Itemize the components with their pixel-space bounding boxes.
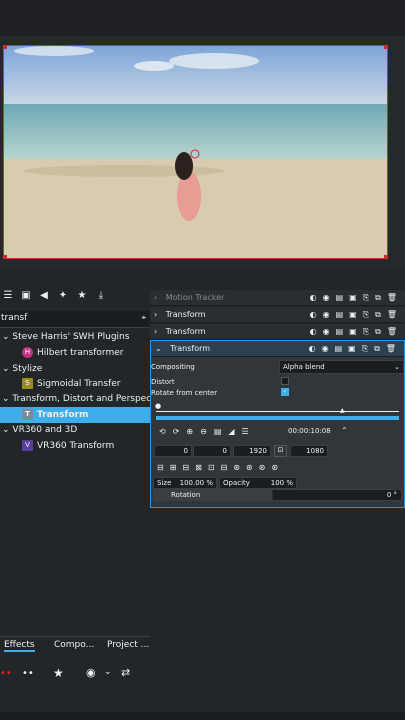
search-input[interactable]: transf	[1, 313, 27, 323]
h-field[interactable]: 1080	[290, 445, 328, 457]
tree-item[interactable]: H Hilbert transformer	[0, 345, 150, 361]
link-icon[interactable]: ⊡	[274, 445, 287, 457]
effect-action-icons[interactable]: ◐◉▤▣⎘⧉🗑	[310, 324, 403, 340]
split-icon[interactable]: ••	[22, 668, 34, 679]
chevron-down-icon: ⌄	[394, 363, 400, 371]
project-monitor[interactable]	[3, 45, 388, 259]
clear-icon[interactable]: ⌖	[141, 313, 146, 323]
tab-effects[interactable]: Effects	[4, 640, 35, 652]
timecode[interactable]: 00:00:10:08	[288, 427, 331, 435]
beach-video-frame	[4, 46, 387, 258]
transform-settings: ⌄ Transform ◐◉▤▣⎘⧉🗑 Compositing Alpha bl…	[150, 340, 405, 508]
effect-action-icons[interactable]: ◐◉▤▣⎘⧉🗑	[310, 307, 403, 323]
effect-badge-icon: V	[22, 440, 33, 451]
tree-category[interactable]: ⌄ Stylize	[0, 361, 150, 377]
playhead-icon[interactable]: ▲	[340, 407, 345, 414]
rotation-slider[interactable]: Rotation 0 °	[153, 489, 402, 501]
top-bar	[0, 0, 405, 36]
favorites-icon[interactable]: ★	[76, 290, 88, 302]
dock-tabs: Effects Compo... Project ...	[0, 636, 150, 656]
effect-header-active[interactable]: ⌄ Transform ◐◉▤▣⎘⧉🗑	[151, 341, 404, 357]
opacity-field[interactable]: Opacity 100 %	[219, 477, 297, 489]
keyframe-controls-icons[interactable]: ⟲⟳⊕⊖▤◢☰	[159, 427, 256, 436]
effects-search[interactable]: transf ⌖	[0, 311, 150, 328]
compositing-select[interactable]: Alpha blend ⌄	[279, 360, 404, 374]
tree-category[interactable]: ⌄ VR360 and 3D	[0, 422, 150, 438]
tree-item-selected[interactable]: T Transform	[0, 407, 150, 423]
custom-effects-icon[interactable]: ✦	[57, 290, 69, 302]
keyframe-track[interactable]	[156, 416, 399, 420]
align-controls-icons[interactable]: ⊟⊞⊟⊠⊡⊟⊛⊛⊛⊛	[157, 463, 284, 472]
effect-action-icons[interactable]: ◐◉▤▣⎘⧉🗑	[310, 290, 403, 306]
swap-icon[interactable]: ⇄	[121, 666, 130, 679]
effect-header[interactable]: › Transform ◐◉▤▣⎘⧉🗑	[150, 324, 405, 340]
w-field[interactable]: 1920	[233, 445, 271, 457]
keyframe-marker-icon[interactable]: ●	[155, 402, 161, 410]
y-field[interactable]: 0	[193, 445, 231, 457]
list-view-icon[interactable]: ☰	[2, 290, 14, 302]
effect-header[interactable]: › Transform ◐◉▤▣⎘⧉🗑	[150, 307, 405, 323]
tree-category[interactable]: ⌄ Transform, Distort and Perspective	[0, 391, 150, 407]
record-icon[interactable]: ••	[0, 668, 12, 679]
video-effects-icon[interactable]: ▣	[20, 290, 32, 302]
tree-item[interactable]: V VR360 Transform	[0, 438, 150, 454]
audio-effects-icon[interactable]: ◀	[38, 290, 50, 302]
x-field[interactable]: 0	[154, 445, 192, 457]
resize-handle[interactable]	[384, 255, 387, 258]
effect-action-icons[interactable]: ◐◉▤▣⎘⧉🗑	[309, 341, 402, 357]
status-bar	[0, 712, 405, 720]
tree-item[interactable]: S Sigmoidal Transfer	[0, 376, 150, 392]
effect-badge-icon: T	[22, 409, 33, 420]
distort-label: Distort	[151, 378, 175, 386]
size-field[interactable]: Size 100.00 %	[153, 477, 217, 489]
target-icon[interactable]: ◉	[86, 666, 96, 679]
effect-badge-icon: H	[22, 347, 33, 358]
keyframe-ruler[interactable]	[156, 411, 399, 412]
effect-badge-icon: S	[22, 378, 33, 389]
resize-handle[interactable]	[4, 46, 7, 49]
tab-project[interactable]: Project ...	[107, 640, 149, 650]
resize-handle[interactable]	[384, 46, 387, 49]
rotate-checkbox[interactable]: ✓	[281, 388, 289, 396]
chevron-down-icon[interactable]: ⌄	[104, 667, 112, 677]
effect-header[interactable]: › Motion Tracker ◐◉▤▣⎘⧉🗑	[150, 290, 405, 306]
bottom-toolbar: •• •• ★ ◉ ⌄ ⇄	[0, 660, 150, 690]
effect-stack: › Motion Tracker ◐◉▤▣⎘⧉🗑 › Transform ◐◉▤…	[150, 288, 405, 720]
tree-category[interactable]: ⌄ Steve Harris' SWH Plugins	[0, 329, 150, 345]
distort-checkbox[interactable]	[281, 377, 289, 385]
star-icon[interactable]: ★	[53, 666, 64, 680]
resize-handle[interactable]	[4, 255, 7, 258]
stepper-icon[interactable]: ⌃	[341, 426, 348, 435]
download-icon[interactable]: ⤓	[95, 290, 107, 302]
tab-compositions[interactable]: Compo...	[54, 640, 94, 650]
compositing-label: Compositing	[151, 363, 195, 371]
rotate-label: Rotate from center	[151, 389, 218, 397]
